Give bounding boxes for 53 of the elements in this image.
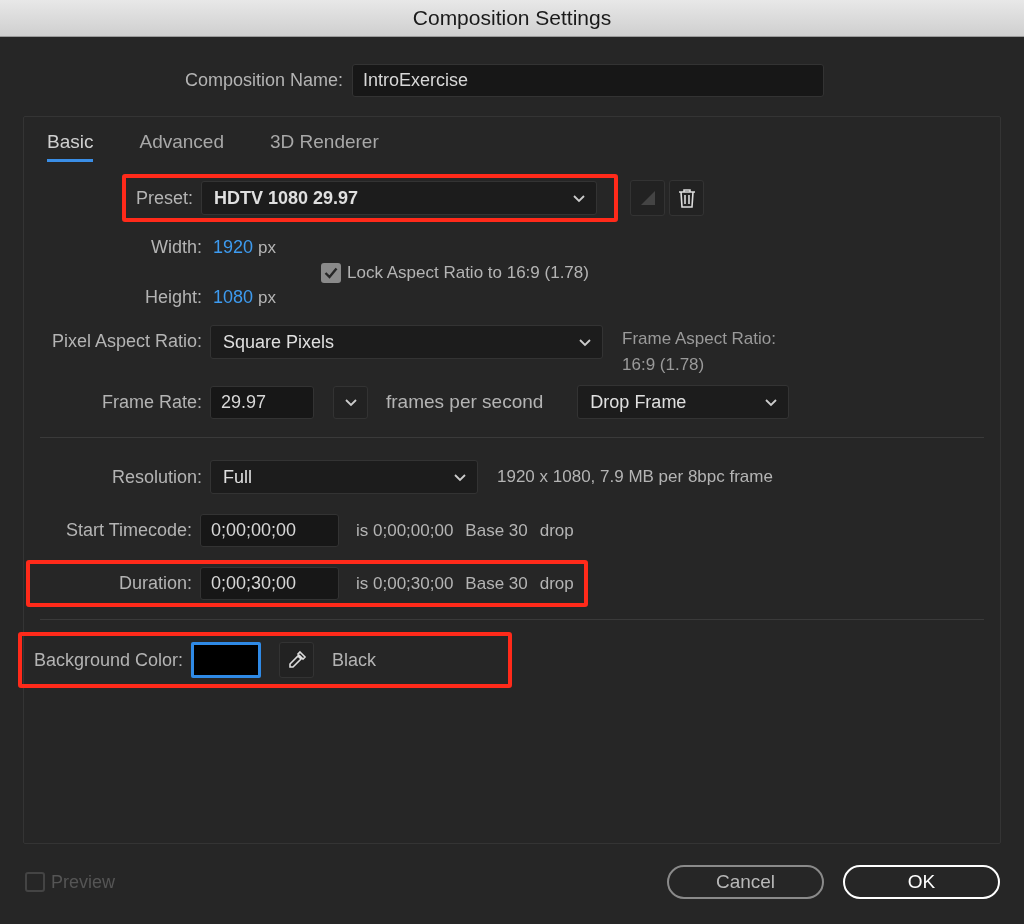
- frame-rate-dropdown-button[interactable]: [333, 385, 368, 419]
- timecode-info: drop: [539, 520, 574, 541]
- checkbox[interactable]: [321, 262, 341, 283]
- field-label: Frame Rate:: [100, 391, 202, 413]
- field-label: Background Color:: [34, 649, 184, 671]
- drop-frame-dropdown[interactable]: Drop Frame: [577, 385, 790, 419]
- field-label: Duration:: [117, 573, 192, 594]
- width-value[interactable]: 1920: [213, 237, 254, 258]
- timecode-field[interactable]: 0;00;00;00: [200, 514, 339, 547]
- field-label: Resolution:: [110, 466, 202, 488]
- tab[interactable]: 3D Renderer: [270, 127, 379, 162]
- eyedropper-icon: [286, 650, 307, 670]
- delete-preset-button[interactable]: [669, 180, 704, 216]
- checkmark-icon: [324, 266, 338, 279]
- trash-icon: [677, 188, 696, 208]
- field-label: Width:: [150, 237, 202, 258]
- checkbox-label: Lock Aspect Ratio to 16:9 (1.78): [347, 262, 589, 283]
- field-label: Composition Name:: [185, 70, 344, 91]
- pixel-aspect-dropdown[interactable]: Square Pixels: [210, 325, 603, 359]
- resolution-dropdown[interactable]: Full: [210, 460, 478, 494]
- timecode-info: Base 30: [465, 573, 528, 594]
- eyedropper-button[interactable]: [279, 642, 315, 678]
- timecode-info: Base 30: [465, 520, 528, 541]
- unit-label: px: [258, 287, 276, 308]
- window-title: Composition Settings: [412, 6, 612, 30]
- resolution-info: 1920 x 1080, 7.9 MB per 8bpc frame: [497, 467, 773, 487]
- caret-icon: [343, 397, 358, 407]
- height-value[interactable]: 1080: [213, 287, 254, 308]
- frame-rate-field[interactable]: 29.97: [210, 385, 314, 419]
- tab[interactable]: Advanced: [139, 127, 224, 162]
- timecode-field[interactable]: 0;00;30;00: [200, 567, 339, 600]
- caret-icon: [572, 193, 587, 203]
- tab[interactable]: Basic: [47, 127, 94, 162]
- caret-icon: [578, 337, 592, 347]
- frame-aspect-label: Frame Aspect Ratio:: [622, 329, 776, 349]
- field-label: Start Timecode:: [64, 520, 192, 541]
- field-label: Preset:: [136, 187, 194, 209]
- timecode-info: is 0;00;00;00: [356, 520, 454, 541]
- timecode-info: is 0;00;30;00: [356, 573, 454, 594]
- field-label: Pixel Aspect Ratio:: [50, 331, 202, 352]
- timecode-info: drop: [539, 573, 574, 594]
- preset-dropdown[interactable]: HDTV 1080 29.97: [201, 181, 598, 215]
- color-name: Black: [332, 649, 377, 671]
- caret-icon: [764, 397, 779, 407]
- unit-label: px: [258, 237, 276, 258]
- caret-icon: [453, 472, 467, 482]
- field-label: Height:: [143, 287, 202, 308]
- frame-aspect-value: 16:9 (1.78): [622, 355, 706, 375]
- name-field[interactable]: IntroExercise: [352, 64, 825, 97]
- cancel-button[interactable]: Cancel: [667, 865, 824, 899]
- color-swatch[interactable]: [191, 642, 262, 678]
- unit-label: frames per second: [386, 391, 544, 413]
- ok-button[interactable]: OK: [843, 865, 1000, 899]
